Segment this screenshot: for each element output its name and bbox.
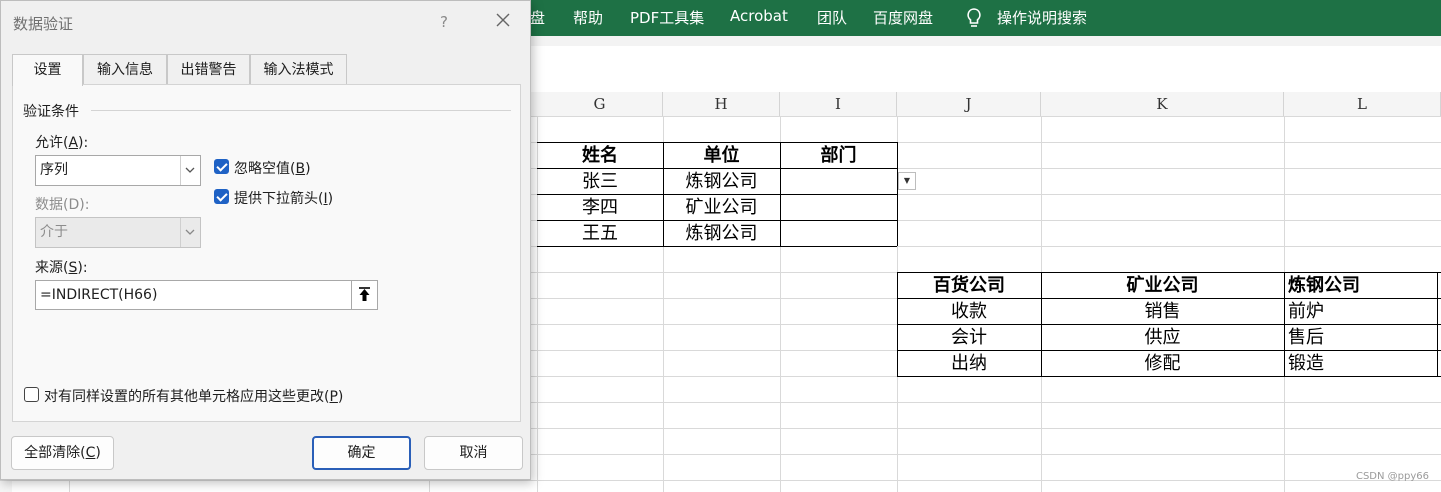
column-header-k[interactable]: K	[1041, 92, 1284, 116]
header-department[interactable]: 部门	[780, 143, 897, 169]
data-select-value: 介于	[40, 224, 68, 240]
column-header-h[interactable]: H	[663, 92, 780, 116]
cell-unit[interactable]: 炼钢公司	[663, 169, 780, 195]
cancel-button[interactable]: 取消	[424, 436, 523, 470]
list-cell[interactable]: 前炉	[1284, 299, 1441, 325]
column-header-i[interactable]: I	[780, 92, 897, 116]
collapse-dialog-icon	[359, 287, 370, 301]
table-border	[897, 142, 898, 246]
header-mining-company[interactable]: 矿业公司	[1041, 273, 1284, 299]
list-cell[interactable]: 收款	[897, 299, 1041, 325]
allow-select[interactable]: 序列	[35, 155, 201, 186]
column-header-g[interactable]: G	[537, 92, 663, 116]
menu-item-team[interactable]: 团队	[817, 7, 847, 28]
group-divider	[91, 110, 511, 111]
allow-select-value: 序列	[40, 162, 68, 178]
header-department-store[interactable]: 百货公司	[897, 273, 1041, 299]
in-cell-dropdown-checkbox[interactable]	[214, 189, 229, 204]
data-label: 数据(D):	[35, 197, 90, 213]
cell-name[interactable]: 张三	[537, 169, 663, 195]
header-name[interactable]: 姓名	[537, 143, 663, 169]
grid-row-line	[0, 480, 1441, 481]
cell-unit[interactable]: 炼钢公司	[663, 221, 780, 247]
list-cell[interactable]: 会计	[897, 325, 1041, 351]
menu-item-acrobat[interactable]: Acrobat	[730, 7, 788, 25]
in-cell-dropdown-label[interactable]: 提供下拉箭头(I)	[234, 188, 333, 208]
validation-criteria-title: 验证条件	[23, 104, 79, 120]
dialog-title: 数据验证	[13, 15, 74, 33]
ignore-blank-label[interactable]: 忽略空值(B)	[234, 158, 311, 178]
header-unit[interactable]: 单位	[663, 143, 780, 169]
allow-label: 允许(A):	[35, 135, 89, 151]
data-validation-dialog: 数据验证 ? 设置 输入信息 出错警告 输入法模式 验证条件 允许(A): 序列…	[0, 0, 531, 480]
cell-name[interactable]: 王五	[537, 221, 663, 247]
menu-item-pdf-tools[interactable]: PDF工具集	[630, 7, 704, 28]
list-cell[interactable]: 售后	[1284, 325, 1441, 351]
clear-all-button[interactable]: 全部清除(C)	[11, 436, 114, 470]
cell-name[interactable]: 李四	[537, 195, 663, 221]
watermark-text: CSDN @ppy66	[1355, 471, 1429, 482]
apply-to-all-checkbox[interactable]	[24, 387, 39, 402]
cell-unit[interactable]: 矿业公司	[663, 195, 780, 221]
list-cell[interactable]: 修配	[1041, 351, 1284, 377]
menu-item-disk-partial[interactable]: 盘	[530, 7, 545, 28]
tab-ime-mode[interactable]: 输入法模式	[250, 54, 347, 84]
tab-input-message[interactable]: 输入信息	[83, 54, 167, 84]
ignore-blank-checkbox[interactable]	[214, 159, 229, 174]
header-steel-company[interactable]: 炼钢公司	[1284, 273, 1441, 299]
column-header-j[interactable]: J	[897, 92, 1041, 116]
list-cell[interactable]: 出纳	[897, 351, 1041, 377]
chevron-down-icon	[180, 156, 200, 185]
chevron-down-icon	[180, 218, 200, 247]
range-select-button[interactable]	[352, 280, 378, 310]
source-label: 来源(S):	[35, 260, 88, 276]
help-button[interactable]: ?	[440, 13, 448, 31]
tab-settings[interactable]: 设置	[12, 54, 83, 86]
data-select: 介于	[35, 217, 201, 248]
tell-me-search[interactable]: 操作说明搜索	[997, 7, 1087, 28]
ok-button[interactable]: 确定	[312, 436, 411, 470]
list-cell[interactable]: 供应	[1041, 325, 1284, 351]
menu-item-help[interactable]: 帮助	[573, 7, 603, 28]
menu-item-baidu-pan[interactable]: 百度网盘	[873, 7, 933, 28]
list-cell[interactable]: 锻造	[1284, 351, 1441, 377]
tab-error-alert[interactable]: 出错警告	[167, 54, 250, 84]
settings-panel	[12, 84, 521, 422]
apply-to-all-label[interactable]: 对有同样设置的所有其他单元格应用这些更改(P)	[44, 386, 343, 406]
list-cell[interactable]: 销售	[1041, 299, 1284, 325]
close-icon[interactable]	[493, 10, 513, 30]
source-input[interactable]: =INDIRECT(H66)	[35, 280, 352, 310]
cell-dropdown-arrow[interactable]: ▼	[898, 172, 916, 190]
column-header-l[interactable]: L	[1284, 92, 1441, 116]
lightbulb-icon	[967, 8, 981, 27]
